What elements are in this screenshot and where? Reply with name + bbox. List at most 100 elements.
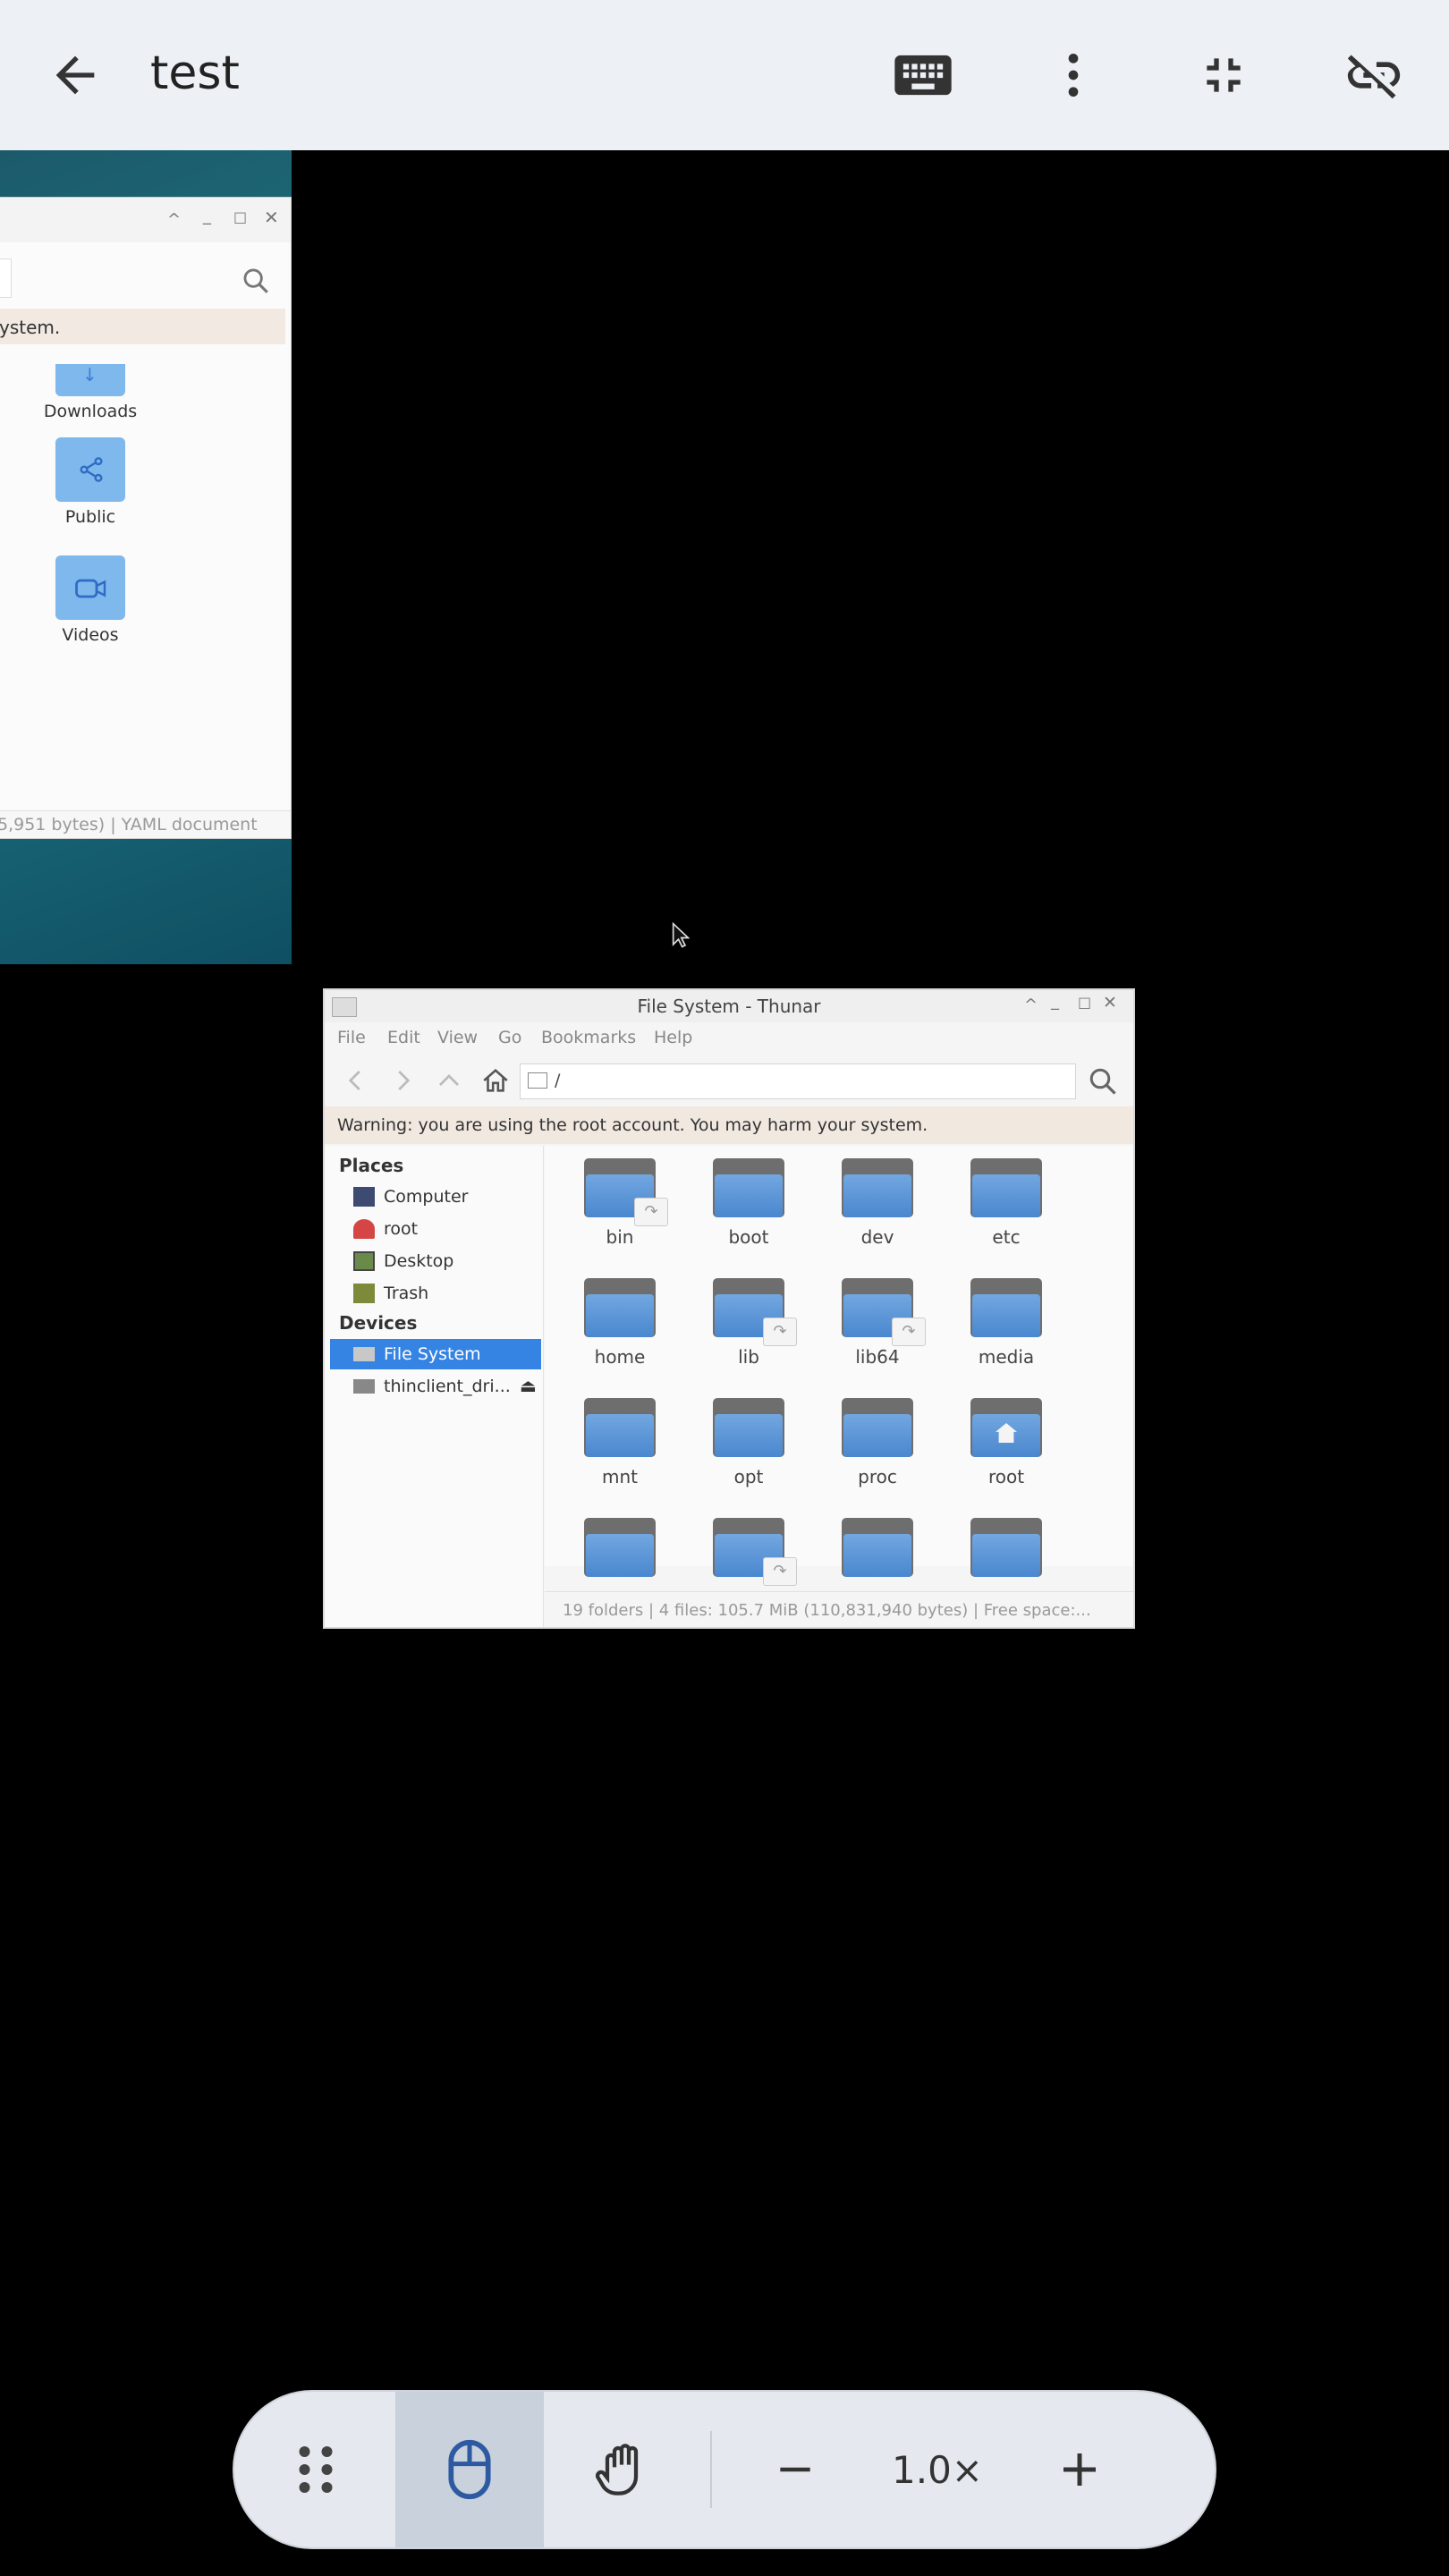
bg-window-maximize-icon[interactable]: □ bbox=[233, 208, 247, 225]
eject-icon[interactable]: ⏏ bbox=[520, 1375, 537, 1396]
bg-window-shade-icon[interactable]: ^ bbox=[167, 210, 181, 229]
bg-status-text: 5,951 bytes) | YAML document bbox=[0, 815, 258, 835]
sidebar-item-root[interactable]: root bbox=[330, 1214, 541, 1244]
side-pane: Places Computer root Desktop Trash Devic… bbox=[325, 1146, 544, 1627]
thunar-window[interactable]: File System - Thunar ^ _ □ ✕ File Edit V… bbox=[323, 988, 1135, 1629]
status-bar: 19 folders | 4 files: 105.7 MiB (110,831… bbox=[545, 1591, 1133, 1627]
folder-label: lib bbox=[738, 1346, 759, 1368]
folder-item[interactable]: media bbox=[953, 1278, 1060, 1368]
folder-item[interactable]: mnt bbox=[566, 1398, 674, 1487]
bg-folder-videos[interactable]: Videos bbox=[23, 555, 157, 645]
zoom-level: 1.0× bbox=[866, 2392, 1009, 2547]
folder-icon bbox=[55, 437, 125, 502]
back-arrow-icon[interactable] bbox=[343, 1067, 369, 1094]
folder-item[interactable]: ↷ bin bbox=[566, 1158, 674, 1248]
folder-icon bbox=[713, 1398, 784, 1457]
location-field[interactable]: / bbox=[520, 1063, 1076, 1099]
bg-window-close-icon[interactable]: ✕ bbox=[264, 207, 279, 228]
mouse-mode-button[interactable] bbox=[395, 2392, 544, 2547]
menu-bar: File Edit View Go Bookmarks Help bbox=[325, 1022, 1133, 1053]
search-icon[interactable] bbox=[241, 266, 271, 296]
bg-warning-text: ystem. bbox=[0, 317, 61, 338]
menu-file[interactable]: File bbox=[337, 1028, 366, 1047]
zoom-in-button[interactable] bbox=[1013, 2392, 1147, 2547]
back-button[interactable] bbox=[30, 30, 120, 120]
folder-item[interactable]: home bbox=[566, 1278, 674, 1368]
mouse-pointer-icon bbox=[672, 922, 690, 948]
bg-window-minimize-icon[interactable]: _ bbox=[203, 207, 211, 225]
shade-icon[interactable]: ^ bbox=[1024, 996, 1038, 1014]
background-file-window[interactable]: ^ _ □ ✕ ystem. ↓ Downloads Public Videos… bbox=[0, 197, 292, 839]
mouse-icon bbox=[448, 2439, 491, 2500]
forward-arrow-icon[interactable] bbox=[389, 1067, 416, 1094]
folder-label: home bbox=[594, 1346, 646, 1368]
folder-icon bbox=[970, 1518, 1042, 1577]
folder-item[interactable] bbox=[566, 1518, 674, 1586]
sidebar-item-file-system[interactable]: File System bbox=[330, 1339, 541, 1369]
menu-help[interactable]: Help bbox=[654, 1028, 692, 1047]
drive-icon bbox=[353, 1379, 375, 1394]
folder-icon bbox=[55, 555, 125, 620]
more-button[interactable] bbox=[1029, 30, 1118, 120]
file-grid[interactable]: ↷ bin boot dev etc home ↷ lib ↷ lib64 media mnt opt p… bbox=[545, 1146, 1133, 1586]
remote-desktop-left[interactable]: ^ _ □ ✕ ystem. ↓ Downloads Public Videos… bbox=[0, 150, 292, 964]
menu-edit[interactable]: Edit bbox=[387, 1028, 420, 1047]
menu-go[interactable]: Go bbox=[498, 1028, 521, 1047]
arrow-left-icon bbox=[55, 55, 95, 95]
keyboard-button[interactable] bbox=[878, 30, 968, 120]
minimize-icon[interactable]: _ bbox=[1051, 992, 1059, 1011]
folder-item[interactable] bbox=[953, 1518, 1060, 1586]
divider bbox=[710, 2431, 712, 2508]
location-path: / bbox=[555, 1071, 561, 1090]
computer-icon bbox=[353, 1187, 375, 1207]
menu-view[interactable]: View bbox=[437, 1028, 478, 1047]
folder-label: bin bbox=[606, 1226, 634, 1248]
zoom-level-text: 1.0× bbox=[892, 2447, 983, 2492]
menu-bookmarks[interactable]: Bookmarks bbox=[541, 1028, 636, 1047]
bg-window-titlebar[interactable]: ^ _ □ ✕ bbox=[0, 198, 291, 242]
folder-item[interactable] bbox=[824, 1518, 931, 1586]
up-arrow-icon[interactable] bbox=[436, 1067, 462, 1094]
folder-item[interactable]: ↷ lib64 bbox=[824, 1278, 931, 1368]
warning-text: Warning: you are using the root account.… bbox=[337, 1115, 928, 1135]
home-icon[interactable] bbox=[480, 1065, 511, 1096]
folder-item[interactable]: ↷ lib bbox=[695, 1278, 802, 1368]
folder-item[interactable]: opt bbox=[695, 1398, 802, 1487]
sidebar-item-label: root bbox=[384, 1219, 419, 1239]
folder-item[interactable]: dev bbox=[824, 1158, 931, 1248]
keyboard-icon bbox=[894, 55, 952, 96]
zoom-out-button[interactable] bbox=[728, 2392, 862, 2547]
sidebar-item-thinclient[interactable]: thinclient_dri... ⏏ bbox=[330, 1371, 541, 1402]
app-header: test bbox=[0, 0, 1449, 150]
bg-folder-public[interactable]: Public bbox=[23, 437, 157, 527]
disconnect-button[interactable] bbox=[1329, 30, 1419, 120]
bg-folder-downloads[interactable]: ↓ Downloads bbox=[23, 364, 157, 421]
sidebar-item-computer[interactable]: Computer bbox=[330, 1182, 541, 1212]
sidebar-item-label: Desktop bbox=[384, 1251, 454, 1271]
folder-label: mnt bbox=[602, 1466, 638, 1487]
window-titlebar[interactable]: File System - Thunar ^ _ □ ✕ bbox=[325, 990, 1133, 1022]
folder-icon bbox=[842, 1398, 913, 1457]
bg-window-location-field[interactable] bbox=[0, 258, 12, 298]
folder-item[interactable]: ↷ bbox=[695, 1518, 802, 1586]
folder-label: root bbox=[987, 1466, 1025, 1487]
more-vert-icon bbox=[1068, 54, 1079, 97]
folder-item[interactable]: etc bbox=[953, 1158, 1060, 1248]
folder-icon bbox=[970, 1158, 1042, 1217]
drag-handle-button[interactable] bbox=[258, 2392, 374, 2547]
folder-item[interactable]: proc bbox=[824, 1398, 931, 1487]
folder-item[interactable]: root bbox=[953, 1398, 1060, 1487]
close-icon[interactable]: ✕ bbox=[1103, 993, 1117, 1013]
folder-icon bbox=[584, 1398, 656, 1457]
touch-mode-button[interactable] bbox=[547, 2392, 696, 2547]
folder-icon bbox=[584, 1278, 656, 1337]
sidebar-item-trash[interactable]: Trash bbox=[330, 1278, 541, 1309]
maximize-icon[interactable]: □ bbox=[1078, 994, 1091, 1011]
sidebar-item-desktop[interactable]: Desktop bbox=[330, 1246, 541, 1276]
folder-item[interactable]: boot bbox=[695, 1158, 802, 1248]
exit-fullscreen-button[interactable] bbox=[1179, 30, 1268, 120]
search-icon[interactable] bbox=[1087, 1065, 1119, 1097]
sidebar-item-label: Computer bbox=[384, 1187, 469, 1207]
symlink-badge-icon: ↷ bbox=[634, 1198, 668, 1226]
link-off-icon bbox=[1347, 55, 1401, 99]
